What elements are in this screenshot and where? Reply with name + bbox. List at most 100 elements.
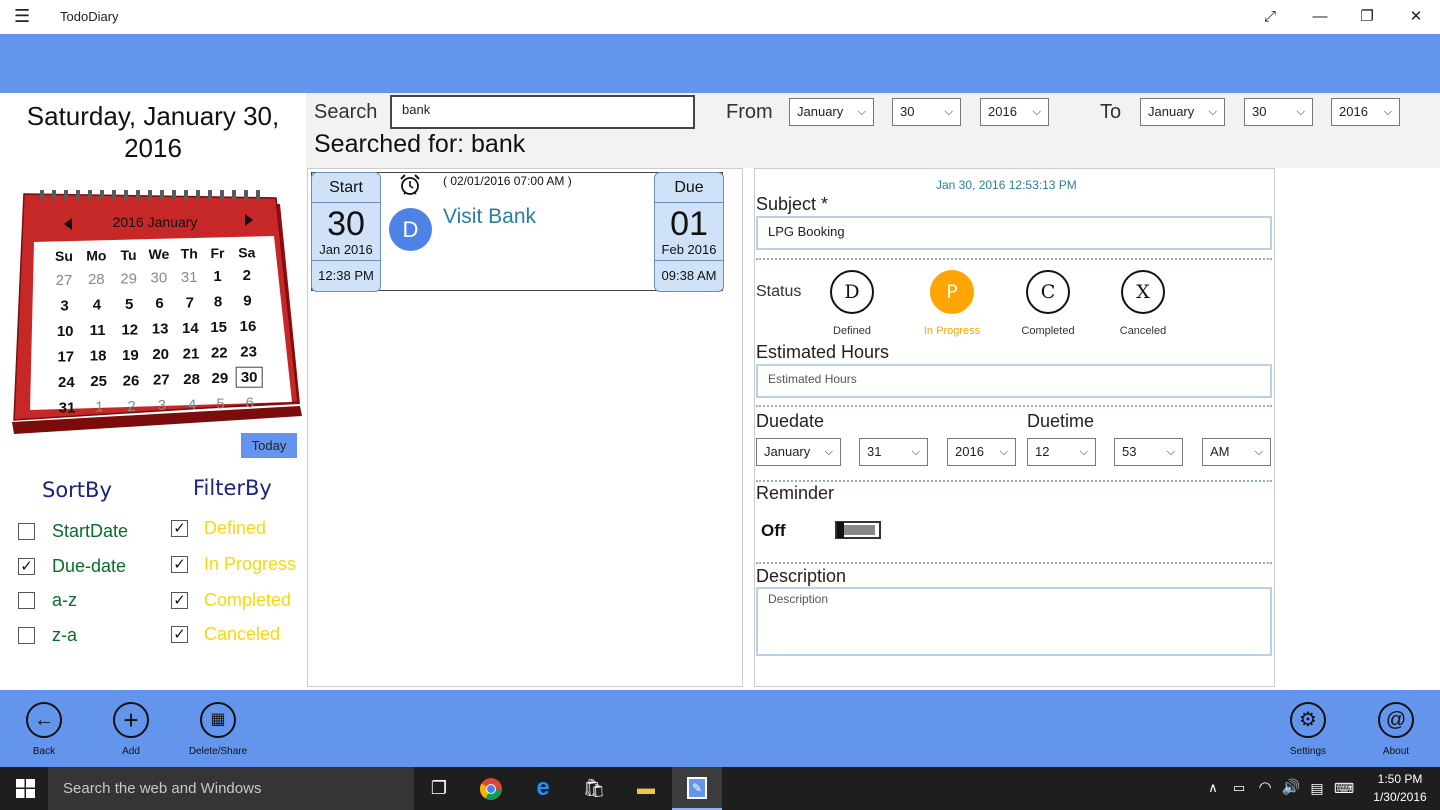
chevron-up-icon[interactable]: ∧ (1200, 775, 1226, 801)
calendar-day[interactable]: 10 (57, 323, 74, 340)
calendar-day[interactable]: 21 (183, 345, 200, 362)
calendar-day[interactable]: 1 (95, 399, 103, 416)
calendar-day[interactable]: 8 (214, 294, 222, 311)
checkbox[interactable] (18, 591, 35, 609)
filterby-option[interactable]: ✓ In Progress (171, 551, 296, 577)
description-input[interactable]: Description (756, 587, 1272, 656)
status-option-canceled[interactable]: X Canceled (1098, 270, 1188, 337)
status-circle-icon[interactable]: C (1026, 270, 1070, 314)
calendar-day[interactable]: 15 (210, 319, 227, 336)
checkbox[interactable]: ✓ (171, 625, 188, 643)
calendar-day[interactable]: 20 (152, 346, 169, 363)
calendar-day[interactable]: 9 (243, 293, 251, 310)
calendar-day[interactable]: 30 (241, 369, 258, 386)
due-minute-dropdown[interactable]: 53 ⌵ (1114, 438, 1183, 466)
calendar-day[interactable]: 19 (122, 347, 139, 364)
status-circle-icon[interactable]: X (1121, 270, 1165, 314)
settings-button[interactable]: ⚙ Settings (1273, 702, 1343, 757)
notifications-icon[interactable]: ▤ (1304, 775, 1330, 801)
to-year-dropdown[interactable]: 2016 ⌵ (1331, 98, 1400, 126)
add-button[interactable]: + Add (96, 702, 166, 757)
minimize-icon[interactable]: — (1297, 0, 1343, 34)
checkbox[interactable]: ✓ (171, 519, 188, 537)
checkbox[interactable] (18, 522, 35, 540)
filterby-option[interactable]: ✓ Canceled (171, 621, 280, 647)
calendar-day[interactable]: 7 (186, 294, 194, 311)
checkbox[interactable]: ✓ (171, 591, 188, 609)
checkbox[interactable]: ✓ (171, 555, 188, 573)
due-hour-dropdown[interactable]: 12 ⌵ (1027, 438, 1096, 466)
checkbox[interactable] (18, 626, 35, 644)
calendar-day[interactable]: 27 (56, 272, 73, 289)
calendar-day[interactable]: 11 (90, 322, 106, 339)
calendar-day[interactable]: 28 (88, 271, 105, 288)
calendar-day[interactable]: 27 (153, 372, 170, 389)
task-view-icon[interactable]: ❐ (426, 775, 452, 801)
from-year-dropdown[interactable]: 2016 ⌵ (980, 98, 1049, 126)
calendar-day[interactable]: 23 (240, 344, 257, 361)
wifi-icon[interactable]: ◠ (1252, 775, 1278, 801)
calendar-day[interactable]: 4 (188, 396, 196, 413)
calendar-day[interactable]: 1 (213, 268, 221, 285)
chrome-icon[interactable] (479, 777, 503, 801)
back-button[interactable]: ← Back (9, 702, 79, 757)
store-icon[interactable]: 🛍 (581, 775, 607, 801)
search-input[interactable]: bank (390, 95, 695, 129)
task-subject[interactable]: Visit Bank (443, 205, 536, 229)
calendar-day[interactable]: 16 (240, 318, 257, 335)
calendar-day[interactable]: 25 (90, 373, 107, 390)
sortby-option[interactable]: ✓ Due-date (18, 553, 126, 579)
taskbar-clock[interactable]: 1:50 PM 1/30/2016 (1366, 770, 1434, 806)
to-day-dropdown[interactable]: 30 ⌵ (1244, 98, 1313, 126)
sortby-option[interactable]: StartDate (18, 518, 128, 544)
due-day-dropdown[interactable]: 31 ⌵ (859, 438, 928, 466)
sortby-option[interactable]: z-a (18, 622, 77, 648)
taskbar-search-input[interactable]: Search the web and Windows (48, 767, 414, 810)
calendar-day[interactable]: 24 (58, 374, 75, 391)
status-option-defined[interactable]: D Defined (807, 270, 897, 337)
calendar-day[interactable]: 31 (181, 269, 198, 286)
volume-icon[interactable]: 🔊 (1278, 775, 1304, 801)
calendar-day[interactable]: 6 (246, 395, 254, 412)
due-year-dropdown[interactable]: 2016 ⌵ (947, 438, 1016, 466)
about-button[interactable]: @ About (1361, 702, 1431, 757)
today-button[interactable]: Today (241, 433, 297, 458)
estimated-hours-input[interactable]: Estimated Hours (756, 364, 1272, 398)
calendar-day[interactable]: 14 (182, 320, 199, 337)
calendar-day[interactable]: 5 (125, 296, 133, 313)
calendar-day[interactable]: 3 (158, 397, 166, 414)
calendar-day[interactable]: 13 (152, 321, 169, 338)
calendar-day[interactable]: 2 (243, 267, 251, 284)
from-month-dropdown[interactable]: January ⌵ (789, 98, 874, 126)
calendar-day[interactable]: 30 (151, 270, 168, 287)
calendar-day[interactable]: 4 (93, 297, 102, 314)
calendar-day[interactable]: 26 (123, 372, 140, 389)
edge-icon[interactable]: e (530, 775, 556, 801)
calendar-day[interactable]: 6 (155, 295, 163, 312)
sortby-option[interactable]: a-z (18, 587, 77, 613)
battery-icon[interactable]: ▭ (1226, 775, 1252, 801)
fullscreen-icon[interactable]: ⤢ (1247, 0, 1293, 34)
calendar-day[interactable]: 3 (60, 298, 68, 315)
due-month-dropdown[interactable]: January ⌵ (756, 438, 841, 466)
restore-icon[interactable]: ❐ (1344, 0, 1390, 34)
todo-diary-taskbar-button[interactable]: ✎ (672, 767, 722, 810)
subject-input[interactable]: LPG Booking (756, 216, 1272, 250)
status-circle-icon[interactable]: P (930, 270, 974, 314)
calendar-day[interactable]: 28 (183, 371, 200, 388)
to-month-dropdown[interactable]: January ⌵ (1140, 98, 1225, 126)
calendar-day[interactable]: 17 (57, 349, 74, 366)
calendar-day[interactable]: 5 (216, 396, 224, 413)
calendar-day[interactable]: 22 (211, 345, 228, 362)
close-icon[interactable]: ✕ (1393, 0, 1439, 34)
windows-start-icon[interactable] (16, 779, 35, 798)
calendar-day[interactable]: 2 (127, 398, 135, 415)
calendar-day[interactable]: 29 (212, 370, 229, 387)
status-option-in-progress[interactable]: P In Progress (907, 270, 997, 337)
due-ampm-dropdown[interactable]: AM ⌵ (1202, 438, 1271, 466)
calendar-day[interactable]: 18 (90, 348, 107, 365)
calendar-day[interactable]: 29 (120, 270, 137, 287)
from-day-dropdown[interactable]: 30 ⌵ (892, 98, 961, 126)
status-option-completed[interactable]: C Completed (1003, 270, 1093, 337)
delete-share-button[interactable]: ▦ Delete/Share (183, 702, 253, 757)
